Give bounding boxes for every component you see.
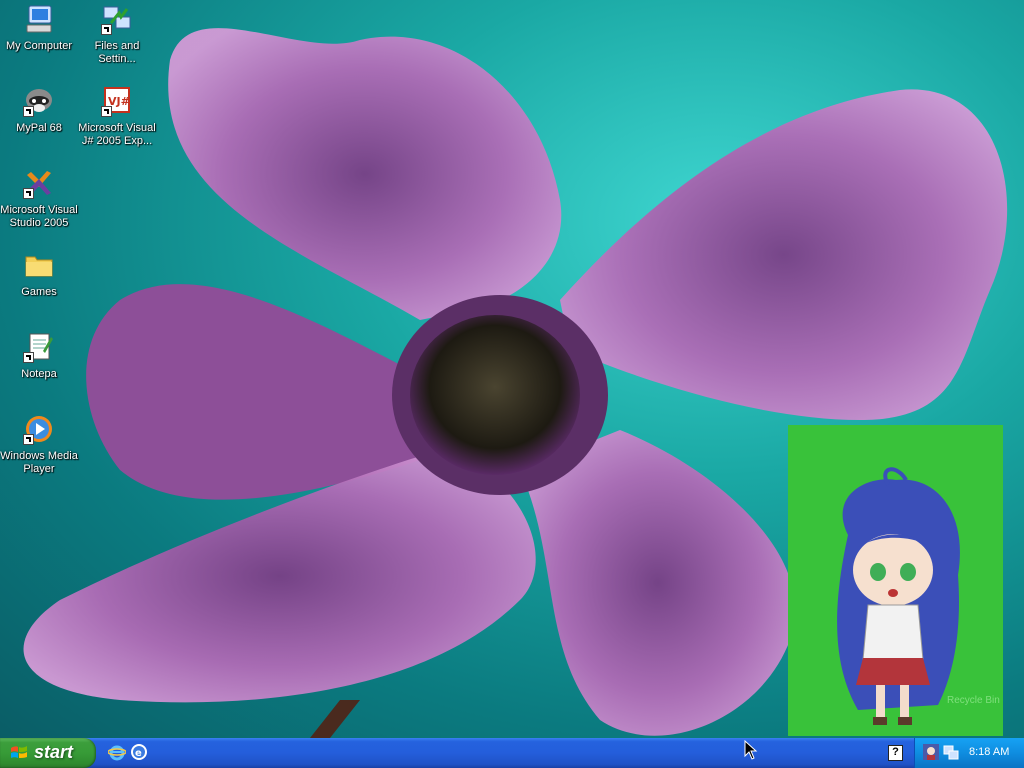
my-computer-icon <box>23 3 55 35</box>
folder-icon <box>23 249 55 281</box>
start-button[interactable]: start <box>0 738 96 768</box>
mypal-raccoon-icon <box>23 85 55 117</box>
icon-label: Files and Settin... <box>94 40 140 65</box>
shortcut-arrow-icon <box>101 24 112 35</box>
taskbar: start e 8:18 AM <box>0 738 1024 768</box>
system-tray: 8:18 AM <box>914 738 1024 768</box>
icon-label: Microsoft Visual Studio 2005 <box>0 204 78 229</box>
visual-studio-icon <box>23 167 55 199</box>
svg-text:e: e <box>135 748 142 759</box>
mouse-cursor-icon <box>744 740 758 760</box>
clock[interactable]: 8:18 AM <box>969 746 1009 758</box>
icon-label: Microsoft Visual J# 2005 Exp... <box>78 122 156 147</box>
icon-label: Notepa <box>21 368 57 380</box>
shortcut-arrow-icon <box>23 352 34 363</box>
shortcut-arrow-icon <box>23 434 34 445</box>
recycle-bin-label[interactable]: Recycle Bin <box>947 695 1000 706</box>
anime-character-image <box>837 467 960 725</box>
notepad-shortcut[interactable]: Notepa <box>0 331 78 381</box>
mypal-shortcut[interactable]: MyPal 68 <box>0 85 78 135</box>
icon-label: Windows Media Player <box>0 450 78 475</box>
help-icon[interactable]: ? <box>888 745 903 761</box>
visual-studio-shortcut[interactable]: Microsoft Visual Studio 2005 <box>0 167 78 230</box>
windows-logo-icon <box>11 746 27 758</box>
icon-label: My Computer <box>5 40 73 52</box>
internet-explorer-icon[interactable] <box>107 743 127 761</box>
shortcut-arrow-icon <box>23 106 34 117</box>
files-settings-transfer-shortcut[interactable]: Files and Settin... <box>78 3 156 66</box>
files-settings-transfer-icon <box>101 3 133 35</box>
start-label: start <box>34 742 74 762</box>
windows-media-player-icon <box>23 413 55 445</box>
icon-label: Games <box>21 286 57 298</box>
visual-jsharp-icon: VJ# <box>101 85 133 117</box>
my-computer-shortcut[interactable]: My Computer <box>0 3 78 53</box>
shortcut-arrow-icon <box>101 106 112 117</box>
games-folder[interactable]: Games <box>0 249 78 299</box>
windows-media-player-shortcut[interactable]: Windows Media Player <box>0 413 78 476</box>
shortcut-arrow-icon <box>23 188 34 199</box>
visual-jsharp-shortcut[interactable]: VJ# Microsoft Visual J# 2005 Exp... <box>78 85 156 148</box>
character-tray-icon[interactable] <box>923 744 939 760</box>
icon-label: MyPal 68 <box>16 122 62 134</box>
network-tray-icon[interactable] <box>943 744 959 760</box>
desktop[interactable]: My Computer MyPal 68 Microsoft Visual St… <box>0 0 1024 738</box>
notepad-icon <box>23 331 55 363</box>
mypal-browser-icon[interactable]: e <box>130 743 148 761</box>
desktop-character-widget[interactable] <box>788 425 1003 736</box>
